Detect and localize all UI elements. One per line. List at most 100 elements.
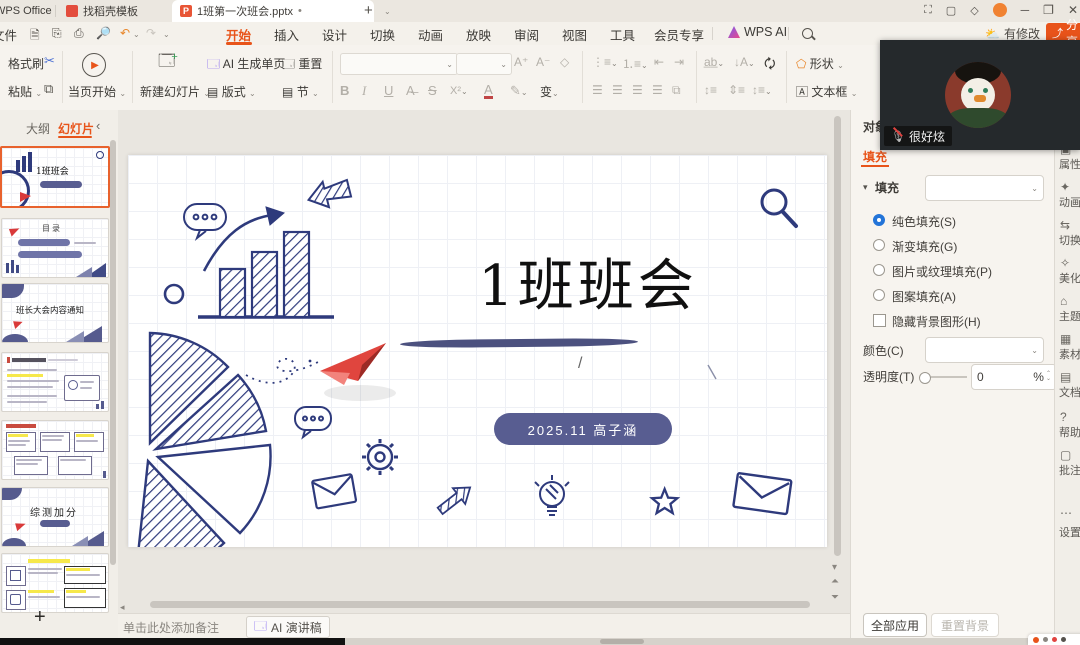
new-slide-button[interactable]: 新建幻灯片 ⌄ [140, 83, 210, 100]
tab-current-document[interactable]: P 1班第一次班会.pptx • [172, 0, 374, 22]
minimize-icon[interactable]: ─ [1021, 3, 1030, 17]
avatar[interactable] [993, 3, 1007, 17]
radio-solid-fill-label[interactable]: 纯色填充(S) [892, 213, 956, 230]
shapes-button[interactable]: ⬠ 形状 ⌄ [796, 55, 844, 72]
apply-all-button[interactable]: 全部应用 [863, 613, 927, 637]
increase-indent-icon[interactable]: ⇥ [674, 55, 684, 69]
transparency-input[interactable]: 0 %⌃⌄ [971, 364, 1057, 390]
strikethrough-button[interactable]: S [428, 83, 437, 98]
slide-canvas[interactable]: 1班班会 / 2025.11 高子涵 [128, 155, 827, 547]
sidebar-scrollbar[interactable] [110, 140, 116, 565]
notes-placeholder[interactable]: 单击此处添加备注 [123, 619, 219, 636]
rail-beautify[interactable]: 美化 [1059, 270, 1080, 286]
transparency-slider-track[interactable] [931, 376, 967, 378]
menu-view[interactable]: 视图 [556, 22, 593, 47]
tab-outline[interactable]: 大纲 [26, 120, 50, 137]
collapse-panel-icon[interactable]: ‹ [96, 118, 100, 133]
slide-thumbnail-1[interactable]: 1班班会 [0, 146, 110, 208]
close-icon[interactable]: ✕ [1068, 3, 1078, 17]
add-slide-button[interactable]: + [34, 606, 46, 629]
slide-thumbnail-2[interactable]: 目录 [1, 218, 109, 278]
slide-title-text[interactable]: 1班班会 [438, 241, 738, 322]
para-spacing-icon[interactable]: ⇕≡ [728, 83, 745, 97]
menu-review[interactable]: 审阅 [508, 22, 545, 47]
italic-button[interactable]: I [362, 83, 366, 99]
decrease-font-icon[interactable]: A⁻ [536, 55, 550, 69]
print-preview-icon[interactable]: 🔎 [96, 26, 111, 40]
floating-toolbar[interactable] [1028, 634, 1080, 645]
tab-docer-templates[interactable]: 找稻壳模板 [58, 0, 174, 22]
distribute-icon[interactable]: ⧉ [672, 83, 681, 98]
scroll-down-icon[interactable]: ▾ [832, 562, 837, 573]
align-left-icon[interactable]: ☰ [592, 83, 603, 97]
reset-background-button[interactable]: 重置背景 [931, 613, 999, 637]
menu-design[interactable]: 设计 [316, 22, 353, 47]
spacing-options-icon[interactable]: ↕≡⌄ [752, 83, 772, 97]
menu-tools[interactable]: 工具 [604, 22, 641, 47]
cube-icon[interactable]: ◇ [970, 4, 978, 17]
slide-thumbnail-3[interactable]: 班长大会内容通知 [1, 283, 109, 343]
play-icon[interactable]: ▶ [82, 53, 106, 77]
editor-vscrollbar[interactable] [834, 116, 841, 556]
menu-insert[interactable]: 插入 [268, 22, 305, 47]
menu-transition[interactable]: 切换 [364, 22, 401, 47]
font-name-combo[interactable]: ⌄ [340, 53, 458, 75]
fill-tab[interactable]: 填充 [863, 148, 887, 165]
clear-format-icon[interactable]: ◇ [560, 55, 569, 69]
save-icon[interactable]: 🗎 [30, 26, 40, 47]
radio-picture-fill-label[interactable]: 图片或纹理填充(P) [892, 263, 992, 280]
increase-font-icon[interactable]: A⁺ [514, 55, 528, 69]
slide-thumbnail-4[interactable] [1, 352, 109, 412]
justify-icon[interactable]: ☰ [652, 83, 663, 97]
date-author-badge[interactable]: 2025.11 高子涵 [494, 413, 672, 445]
rail-properties[interactable]: 属性 [1059, 156, 1080, 172]
radio-solid-fill[interactable] [873, 214, 885, 226]
more-icon[interactable]: ⋯ [1060, 506, 1080, 520]
slide-thumbnail-5[interactable] [1, 420, 109, 480]
menu-file[interactable]: 文件 [0, 22, 23, 47]
section-button[interactable]: ▤ 节 ⌄ [282, 83, 319, 100]
video-call-tile[interactable]: 🎙 很好炫 [880, 40, 1080, 150]
highlight-color-icon[interactable]: ✎⌄ [510, 83, 528, 99]
redo-icon[interactable]: ↷ [146, 26, 156, 40]
rail-document[interactable]: 文档 [1059, 384, 1080, 400]
toolbar-more-chevron-icon[interactable]: ⌄ [163, 30, 170, 39]
fill-style-combo[interactable]: ⌄ [925, 175, 1044, 201]
spinner-icons[interactable]: ⌃⌄ [1046, 372, 1051, 382]
play-from-page-button[interactable]: 当页开始 ⌄ [68, 83, 126, 100]
rail-animation[interactable]: 动画 [1059, 194, 1080, 210]
align-center-icon[interactable]: ☰ [612, 83, 623, 97]
bold-button[interactable]: B [340, 83, 349, 98]
radio-gradient-fill-label[interactable]: 渐变填充(G) [892, 238, 957, 255]
section-collapse-icon[interactable]: ▾ [863, 182, 868, 193]
transparency-slider-knob[interactable] [919, 372, 931, 384]
output-icon[interactable]: ⎘ [52, 26, 62, 41]
superscript-button[interactable]: X²⌄ [450, 85, 468, 97]
window-icon[interactable]: ▢ [946, 4, 956, 17]
color-combo[interactable]: ⌄ [925, 337, 1044, 363]
menu-animation[interactable]: 动画 [412, 22, 449, 47]
menu-wps-ai[interactable]: WPS AI [722, 22, 793, 42]
restore-icon[interactable]: ❐ [1043, 3, 1054, 17]
hide-background-checkbox[interactable] [873, 314, 886, 327]
menu-member[interactable]: 会员专享 [648, 22, 710, 47]
textbox-button[interactable]: 🄰 文本框 ⌄ [796, 83, 857, 100]
format-painter-button[interactable]: 格式刷 [8, 55, 44, 72]
line-spacing-icon[interactable]: ↕≡ [704, 83, 717, 97]
bullet-list-icon[interactable]: ⋮≡⌄ [592, 55, 618, 69]
tab-slides[interactable]: 幻灯片 [58, 120, 94, 137]
radio-gradient-fill[interactable] [873, 239, 885, 251]
rail-assets[interactable]: 素材 [1059, 346, 1080, 362]
convert-smartart-icon[interactable]: 🗘 [764, 55, 776, 77]
print-icon[interactable]: ⎙ [74, 26, 84, 41]
bottom-scroll-pill[interactable] [600, 639, 644, 644]
font-size-combo[interactable]: ⌄ [456, 53, 512, 75]
align-right-icon[interactable]: ☰ [632, 83, 643, 97]
vertical-text-icon[interactable]: ↓A⌄ [734, 55, 755, 69]
decrease-indent-icon[interactable]: ⇤ [654, 55, 664, 69]
font-color-button[interactable]: A [484, 83, 493, 99]
hide-background-label[interactable]: 隐藏背景图形(H) [892, 313, 981, 330]
undo-chevron-icon[interactable]: ⌄ [133, 30, 140, 39]
rail-transition[interactable]: 切换 [1059, 232, 1080, 248]
previous-slide-icon[interactable]: ⏶ [831, 576, 839, 587]
